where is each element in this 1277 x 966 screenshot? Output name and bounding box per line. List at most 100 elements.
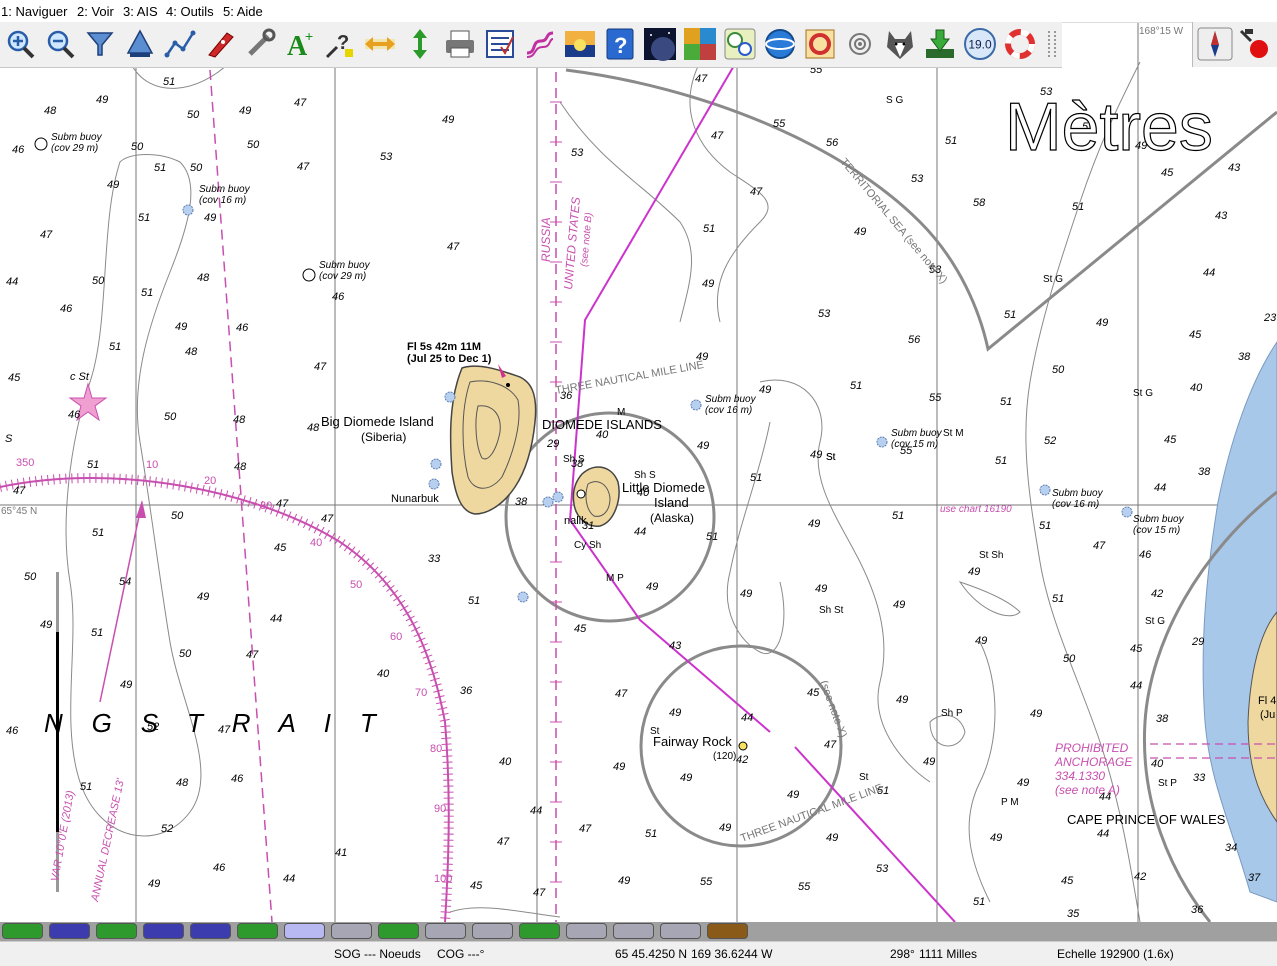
google-earth-button[interactable]: [763, 27, 797, 61]
chart-piano-key[interactable]: [613, 923, 654, 939]
depth-sounding: 49: [204, 212, 216, 224]
chart-piano-key[interactable]: [284, 923, 325, 939]
menu-ais[interactable]: 3: AIS: [123, 4, 158, 19]
depth-sounding: 36: [460, 685, 473, 697]
zoom-in-icon: [7, 30, 35, 59]
depth-sounding: 51: [1000, 396, 1012, 408]
seabed-annotation: Sh St: [819, 605, 844, 616]
depth-sounding: 46: [332, 291, 345, 303]
depth-sounding: 51: [154, 162, 166, 174]
download-button[interactable]: [923, 27, 957, 61]
rose-label: 20: [204, 475, 216, 487]
depth-sounding: 45: [470, 880, 483, 892]
chart-piano-key[interactable]: [237, 923, 278, 939]
help-button[interactable]: ?: [603, 27, 637, 61]
depth-sounding: 49: [442, 114, 454, 126]
chart-piano-key[interactable]: [190, 923, 231, 939]
zoom-out-button[interactable]: [43, 27, 77, 61]
menu-help[interactable]: 5: Aide: [223, 4, 263, 19]
chart-piano-key[interactable]: [519, 923, 560, 939]
depth-sounding: 50: [92, 275, 105, 287]
more-button[interactable]: [1045, 27, 1061, 61]
russia-label: RUSSIA: [539, 217, 553, 262]
menu-navigate[interactable]: 1: Naviguer: [1, 4, 67, 19]
buoy-label: Subm buoy: [1133, 514, 1185, 525]
menu-tools[interactable]: 4: Outils: [166, 4, 214, 19]
tide-button[interactable]: [563, 27, 597, 61]
chart-piano-key[interactable]: [331, 923, 372, 939]
compass-icon[interactable]: [1197, 27, 1233, 61]
depth-sounding: 49: [808, 518, 820, 530]
settings-button[interactable]: [243, 27, 277, 61]
record-icon[interactable]: [1237, 27, 1273, 61]
seabed-annotation: St P: [1158, 778, 1177, 789]
chart-piano-key[interactable]: [472, 923, 513, 939]
chart-piano-key[interactable]: [378, 923, 419, 939]
nautical-chart[interactable]: 350 10 20 30 40 50 60 70 80 90 100 51484…: [0, 22, 1277, 922]
depth-sounding: 44: [1154, 482, 1166, 494]
depth-sounding: 51: [703, 223, 715, 235]
ship-up-button[interactable]: [363, 27, 397, 61]
depth-sounding: 33: [428, 553, 441, 565]
rose-label: 40: [310, 537, 322, 549]
scale-up-button[interactable]: [123, 27, 157, 61]
radar-button[interactable]: [843, 27, 877, 61]
buoy-depth-label: (cov 29 m): [51, 143, 98, 154]
route-manager-button[interactable]: [483, 27, 517, 61]
rose-label: 30: [260, 500, 272, 512]
north-up-button[interactable]: [403, 27, 437, 61]
printer-icon: [446, 30, 474, 58]
route-button[interactable]: [163, 27, 197, 61]
menu-view[interactable]: 2: Voir: [77, 4, 114, 19]
scale-down-button[interactable]: [83, 27, 117, 61]
depth-sounding: 47: [615, 688, 628, 700]
depth-sounding: 23: [1263, 312, 1277, 324]
version-button[interactable]: 19.0: [963, 27, 997, 61]
fl-right-label: Fl 4: [1258, 695, 1276, 707]
vertical-arrows-icon: [413, 29, 427, 59]
chart-piano-key[interactable]: [2, 923, 43, 939]
track-button[interactable]: [523, 27, 557, 61]
depth-sounding: 45: [574, 623, 587, 635]
depth-sounding: 47: [579, 823, 592, 835]
chart-piano-key[interactable]: [425, 923, 466, 939]
dog-button[interactable]: [883, 27, 917, 61]
depth-sounding: 48: [176, 777, 189, 789]
night-mode-button[interactable]: [643, 27, 677, 61]
chart-piano-key[interactable]: [707, 923, 748, 939]
depth-sounding: 56: [908, 334, 921, 346]
depth-sounding: 47: [246, 649, 259, 661]
big-diomede-sub-label: (Siberia): [361, 430, 406, 444]
depth-sounding: 47: [824, 739, 837, 751]
ju-right-label: (Ju: [1260, 709, 1275, 721]
chart-piano-key[interactable]: [96, 923, 137, 939]
chart-piano-key[interactable]: [49, 923, 90, 939]
text-button[interactable]: A +: [283, 27, 317, 61]
c-st-label: c St: [70, 371, 90, 383]
zoom-in-button[interactable]: [3, 27, 37, 61]
depth-sounding: 49: [719, 822, 731, 834]
depth-sounding: 49: [1017, 777, 1029, 789]
depth-sounding: 47: [297, 161, 310, 173]
inalik-label: nalik: [564, 515, 587, 527]
dashboard-button[interactable]: [723, 27, 757, 61]
seabed-annotation: Sh S: [563, 454, 585, 465]
chart-piano-key[interactable]: [143, 923, 184, 939]
colors-button[interactable]: [683, 27, 717, 61]
follow-button[interactable]: [203, 27, 237, 61]
chart-piano-key[interactable]: [660, 923, 701, 939]
prohibited-label-4: (see note A): [1055, 783, 1120, 797]
depth-sounding: 51: [945, 135, 957, 147]
query-button[interactable]: ?: [323, 27, 357, 61]
mob-button[interactable]: [1003, 27, 1037, 61]
depth-sounding: 40: [1151, 758, 1164, 770]
depth-sounding: 49: [613, 761, 625, 773]
depth-sounding: 51: [750, 472, 762, 484]
navtex-button[interactable]: [803, 27, 837, 61]
depth-sounding: 51: [87, 459, 99, 471]
seabed-annotation: P M: [1001, 797, 1019, 808]
print-button[interactable]: [443, 27, 477, 61]
chart-piano-key[interactable]: [566, 923, 607, 939]
scale-readout: Echelle 192900 (1.6x): [1057, 947, 1174, 961]
rose-label: 50: [350, 579, 362, 591]
